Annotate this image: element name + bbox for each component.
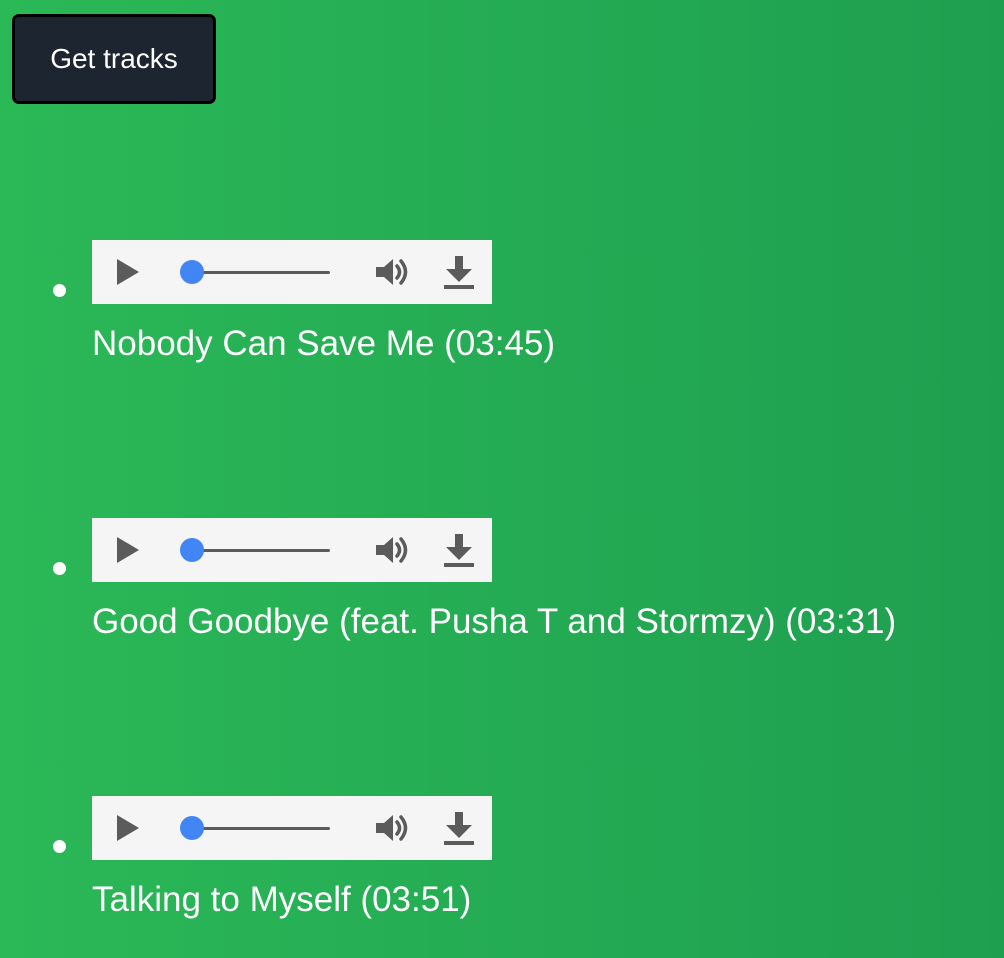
track-title: Good Goodbye (feat. Pusha T and Stormzy)… <box>92 602 897 641</box>
play-icon[interactable] <box>114 258 142 286</box>
progress-knob[interactable] <box>180 260 204 284</box>
progress-knob[interactable] <box>180 538 204 562</box>
play-icon[interactable] <box>114 536 142 564</box>
progress-rail <box>192 827 330 830</box>
progress-rail <box>192 271 330 274</box>
list-bullet <box>53 562 66 575</box>
progress-rail <box>192 549 330 552</box>
audio-player <box>92 518 492 582</box>
play-icon[interactable] <box>114 814 142 842</box>
audio-player <box>92 796 492 860</box>
download-icon[interactable] <box>440 532 478 568</box>
volume-icon[interactable] <box>374 256 414 288</box>
list-bullet <box>53 840 66 853</box>
progress-slider[interactable] <box>180 814 330 842</box>
get-tracks-button[interactable]: Get tracks <box>12 14 216 104</box>
download-icon[interactable] <box>440 254 478 290</box>
progress-slider[interactable] <box>180 258 330 286</box>
track-title: Talking to Myself (03:51) <box>92 880 472 919</box>
list-bullet <box>53 284 66 297</box>
progress-slider[interactable] <box>180 536 330 564</box>
audio-player <box>92 240 492 304</box>
track-item: Nobody Can Save Me (03:45) <box>0 240 1004 380</box>
track-title: Nobody Can Save Me (03:45) <box>92 324 556 363</box>
volume-icon[interactable] <box>374 812 414 844</box>
download-icon[interactable] <box>440 810 478 846</box>
track-item: Talking to Myself (03:51) <box>0 796 1004 936</box>
track-item: Good Goodbye (feat. Pusha T and Stormzy)… <box>0 518 1004 658</box>
volume-icon[interactable] <box>374 534 414 566</box>
progress-knob[interactable] <box>180 816 204 840</box>
